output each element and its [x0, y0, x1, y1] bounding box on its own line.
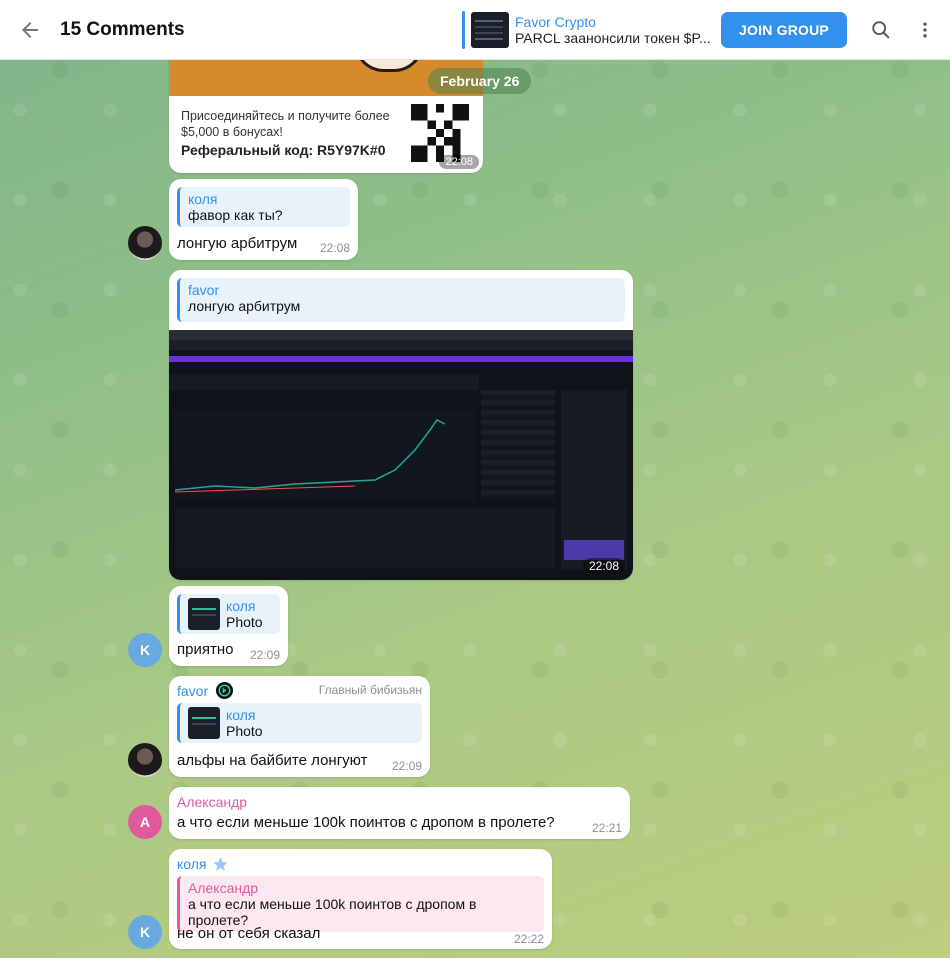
reply-text: Photo	[226, 614, 263, 630]
price-chart-image	[175, 410, 475, 500]
reply-photo-thumbnail	[188, 707, 220, 739]
reply-author: коля	[226, 598, 256, 614]
reply-preview[interactable]: Александр а что если меньше 100k поинтов…	[177, 876, 544, 932]
reply-text: фавор как ты?	[188, 207, 283, 223]
message-text: не он от себя сказал	[177, 925, 321, 942]
reply-text: лонгую арбитрум	[188, 298, 301, 314]
message-time: 22:09	[250, 648, 281, 662]
message-text: а что если меньше 100k поинтов с дропом …	[177, 814, 555, 831]
back-button[interactable]	[0, 0, 60, 60]
verified-badge-icon	[215, 681, 234, 700]
sender-name[interactable]: favor	[177, 683, 208, 699]
avatar[interactable]	[128, 226, 162, 260]
avatar[interactable]: A	[128, 805, 162, 839]
reply-preview[interactable]: коля фавор как ты?	[177, 187, 350, 227]
reply-author: коля	[226, 707, 256, 723]
referral-code: Реферальный код: R5Y97K#0	[181, 142, 386, 158]
message-time: 22:21	[592, 821, 623, 835]
reply-preview[interactable]: коля Photo	[177, 703, 422, 743]
sender-name[interactable]: коля	[177, 856, 207, 872]
message-bubble[interactable]: коля Photo приятно 22:09	[169, 586, 288, 666]
pinned-thumbnail	[471, 11, 509, 48]
comments-title: 15 Comments	[60, 18, 185, 40]
search-button[interactable]	[859, 8, 903, 52]
photo-time: 22:08	[582, 558, 625, 574]
pinned-channel-name: Favor Crypto	[515, 13, 596, 30]
member-rank: Главный бибизьян	[318, 683, 422, 697]
photo-message[interactable]: favor лонгую арбитрум 22:08	[169, 270, 633, 580]
qr-code-icon	[411, 104, 469, 162]
message-bubble[interactable]: favor Главный бибизьян коля Photo альфы …	[169, 676, 430, 777]
message-time: 22:08	[320, 241, 351, 255]
avatar[interactable]: K	[128, 915, 162, 949]
message-time: 22:22	[514, 932, 545, 946]
reply-photo-thumbnail	[188, 598, 220, 630]
reply-preview[interactable]: favor лонгую арбитрум	[177, 278, 625, 322]
message-time: 22:09	[392, 759, 423, 773]
reply-author: favor	[188, 282, 220, 298]
back-arrow-icon	[22, 21, 38, 38]
avatar[interactable]: K	[128, 633, 162, 667]
message-bubble[interactable]: коля фавор как ты? лонгую арбитрум 22:08	[169, 179, 358, 260]
sender-name[interactable]: Александр	[177, 794, 247, 810]
join-group-button[interactable]: JOIN GROUP	[721, 11, 847, 48]
reply-author: коля	[188, 191, 218, 207]
pinned-message[interactable]: Favor Crypto PARCL заанонсили токен $P..…	[462, 10, 715, 50]
avatar[interactable]	[128, 743, 162, 777]
message-text: лонгую арбитрум	[177, 235, 298, 252]
reply-text: а что если меньше 100k поинтов с дропом …	[188, 896, 477, 928]
message-bubble[interactable]: Александр а что если меньше 100k поинтов…	[169, 787, 630, 839]
reply-author: Александр	[188, 880, 259, 896]
avatar-letter: K	[139, 642, 151, 658]
pinned-message-text: PARCL заанонсили токен $P...	[515, 29, 711, 46]
message-text: приятно	[177, 641, 234, 658]
date-separator: February 26	[428, 68, 532, 94]
more-button[interactable]	[903, 8, 947, 52]
avatar-letter: K	[139, 924, 151, 940]
message-text: альфы на байбите лонгуют	[177, 752, 368, 769]
reply-preview[interactable]: коля Photo	[177, 594, 280, 634]
chat-header: 15 Comments Favor Crypto PARCL заанонсил…	[0, 0, 950, 60]
pinned-indicator	[462, 10, 465, 49]
promo-time: 22:08	[439, 155, 479, 169]
more-vertical-icon	[923, 22, 927, 37]
promo-text: Присоединяйтесь и получите более $5,000 …	[181, 109, 390, 139]
reply-text: Photo	[226, 723, 263, 739]
star-icon	[213, 857, 228, 871]
trading-screenshot-photo[interactable]: 22:08	[169, 330, 633, 580]
search-icon	[872, 20, 890, 38]
avatar-letter: A	[139, 814, 151, 830]
message-bubble[interactable]: коля Александр а что если меньше 100k по…	[169, 849, 552, 949]
